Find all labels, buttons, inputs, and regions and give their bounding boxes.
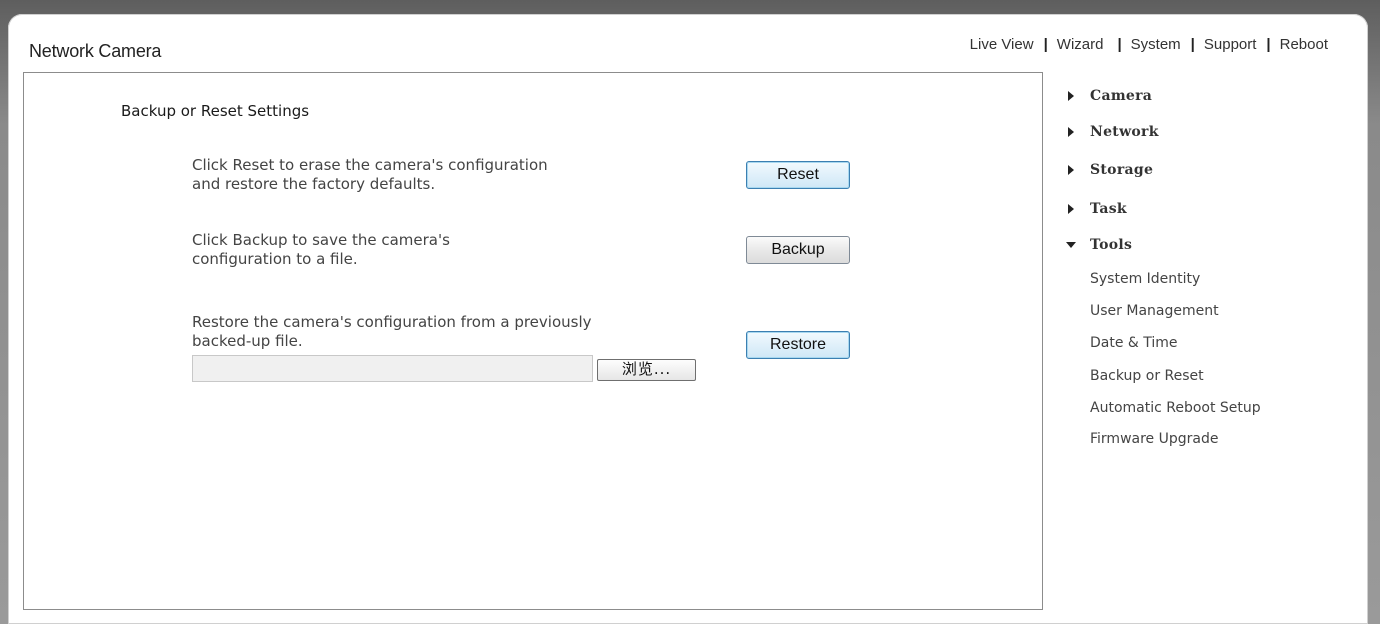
top-navigation: Live View | Wizard | System | Support | … [970, 36, 1328, 53]
nav-reboot[interactable]: Reboot [1280, 36, 1328, 53]
sidebar-subitem-backup-or-reset[interactable]: Backup or Reset [1090, 368, 1204, 384]
reset-description-line: and restore the factory defaults. [192, 175, 436, 193]
sidebar-subitem-automatic-reboot[interactable]: Automatic Reboot Setup [1090, 400, 1261, 416]
nav-live-view[interactable]: Live View [970, 36, 1034, 53]
browse-button[interactable]: 浏览... [597, 359, 696, 381]
sidebar-subitem-date-time[interactable]: Date & Time [1090, 335, 1178, 351]
sidebar-item-label: Tools [1090, 237, 1133, 253]
nav-wizard[interactable]: Wizard [1057, 36, 1104, 53]
reset-description: Click Reset to erase the camera's config… [192, 156, 712, 194]
reset-button[interactable]: Reset [746, 161, 850, 189]
backup-description-line: configuration to a file. [192, 250, 358, 268]
caret-right-icon [1066, 90, 1078, 102]
backup-button[interactable]: Backup [746, 236, 850, 264]
sidebar-subitem-firmware-upgrade[interactable]: Firmware Upgrade [1090, 431, 1218, 447]
sidebar-subitem-system-identity[interactable]: System Identity [1090, 271, 1200, 287]
restore-button[interactable]: Restore [746, 331, 850, 359]
restore-file-field[interactable] [192, 355, 593, 382]
sidebar-item-label: Camera [1090, 88, 1153, 104]
nav-separator: | [1190, 36, 1195, 53]
app-title: Network Camera [29, 41, 162, 61]
nav-separator: | [1117, 36, 1122, 53]
sidebar-item-label: Task [1090, 201, 1127, 217]
restore-description: Restore the camera's configuration from … [192, 313, 712, 351]
backup-description: Click Backup to save the camera's config… [192, 231, 712, 269]
nav-separator: | [1043, 36, 1048, 53]
sidebar-subitem-user-management[interactable]: User Management [1090, 303, 1219, 319]
nav-system[interactable]: System [1131, 36, 1181, 53]
sidebar-item-camera[interactable]: Camera [1066, 88, 1152, 104]
backup-description-line: Click Backup to save the camera's [192, 231, 450, 249]
nav-support[interactable]: Support [1204, 36, 1257, 53]
sidebar-item-label: Storage [1090, 162, 1154, 178]
sidebar-item-storage[interactable]: Storage [1066, 162, 1153, 178]
caret-right-icon [1066, 164, 1078, 176]
sidebar-item-task[interactable]: Task [1066, 201, 1127, 217]
caret-right-icon [1066, 203, 1078, 215]
restore-description-line: Restore the camera's configuration from … [192, 313, 592, 331]
restore-description-line: backed-up file. [192, 332, 303, 350]
sidebar-item-tools[interactable]: Tools [1066, 237, 1132, 253]
sidebar-item-network[interactable]: Network [1066, 124, 1159, 140]
caret-right-icon [1066, 126, 1078, 138]
caret-down-icon [1066, 239, 1078, 251]
page-title: Backup or Reset Settings [121, 102, 310, 120]
sidebar-item-label: Network [1090, 124, 1159, 140]
nav-separator: | [1266, 36, 1271, 53]
reset-description-line: Click Reset to erase the camera's config… [192, 156, 548, 174]
